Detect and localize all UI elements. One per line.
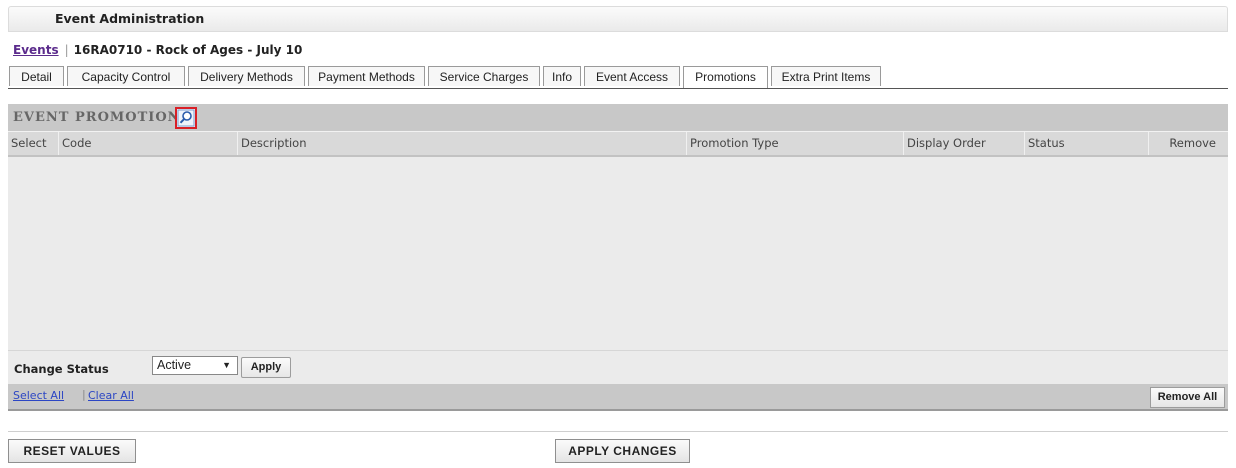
tab-service-charges[interactable]: Service Charges [428,66,540,86]
page-title: Event Administration [8,6,1228,32]
events-link[interactable]: Events [13,43,59,57]
divider [8,431,1228,432]
page: Event Administration Events | 16RA0710 - R… [8,6,1228,463]
chevron-down-icon: ▼ [222,360,231,370]
magnifier-icon[interactable] [175,107,197,129]
column-header-display-order: Display Order [903,132,1024,155]
change-status-row: Change Status Active ▼ Apply [8,350,1228,384]
change-status-label: Change Status [14,362,109,376]
select-all-link[interactable]: Select All [13,389,64,402]
column-header-status: Status [1024,132,1148,155]
tab-info[interactable]: Info [543,66,581,86]
column-header-promotion-type: Promotion Type [686,132,903,155]
remove-all-button[interactable]: Remove All [1150,387,1225,408]
reset-values-button[interactable]: RESET VALUES [8,439,136,463]
status-select[interactable]: Active ▼ [152,356,238,375]
footer-separator: | [82,388,86,401]
tab-event-access[interactable]: Event Access [584,66,680,86]
tab-bar: Detail Capacity Control Delivery Methods… [8,66,1228,89]
section-header: EVENT PROMOTIONS [8,104,1228,131]
column-header-remove: Remove [1148,132,1228,155]
tab-payment-methods[interactable]: Payment Methods [308,66,425,86]
column-header-select: Select [11,136,47,150]
grid-body-empty [8,157,1228,350]
tab-detail[interactable]: Detail [9,66,64,86]
column-header-code: Code [58,132,237,155]
tab-extra-print-items[interactable]: Extra Print Items [771,66,881,86]
tab-promotions[interactable]: Promotions [683,66,768,88]
breadcrumb-current: 16RA0710 - Rock of Ages - July 10 [73,43,303,57]
status-select-value: Active [157,358,192,372]
tab-capacity-control[interactable]: Capacity Control [67,66,185,86]
column-header-description: Description [237,132,686,155]
promotions-grid: EVENT PROMOTIONS Select Code Description… [8,104,1228,411]
column-headers: Select Code Description Promotion Type D… [8,131,1228,157]
breadcrumb: Events | 16RA0710 - Rock of Ages - July 10 [13,41,1228,59]
apply-changes-button[interactable]: APPLY CHANGES [555,439,690,463]
grid-footer: Select All | Clear All Remove All [8,384,1228,411]
clear-all-link[interactable]: Clear All [88,389,134,402]
tab-delivery-methods[interactable]: Delivery Methods [188,66,305,86]
section-title: EVENT PROMOTIONS [13,110,191,125]
breadcrumb-separator: | [64,43,69,57]
apply-status-button[interactable]: Apply [241,357,291,378]
